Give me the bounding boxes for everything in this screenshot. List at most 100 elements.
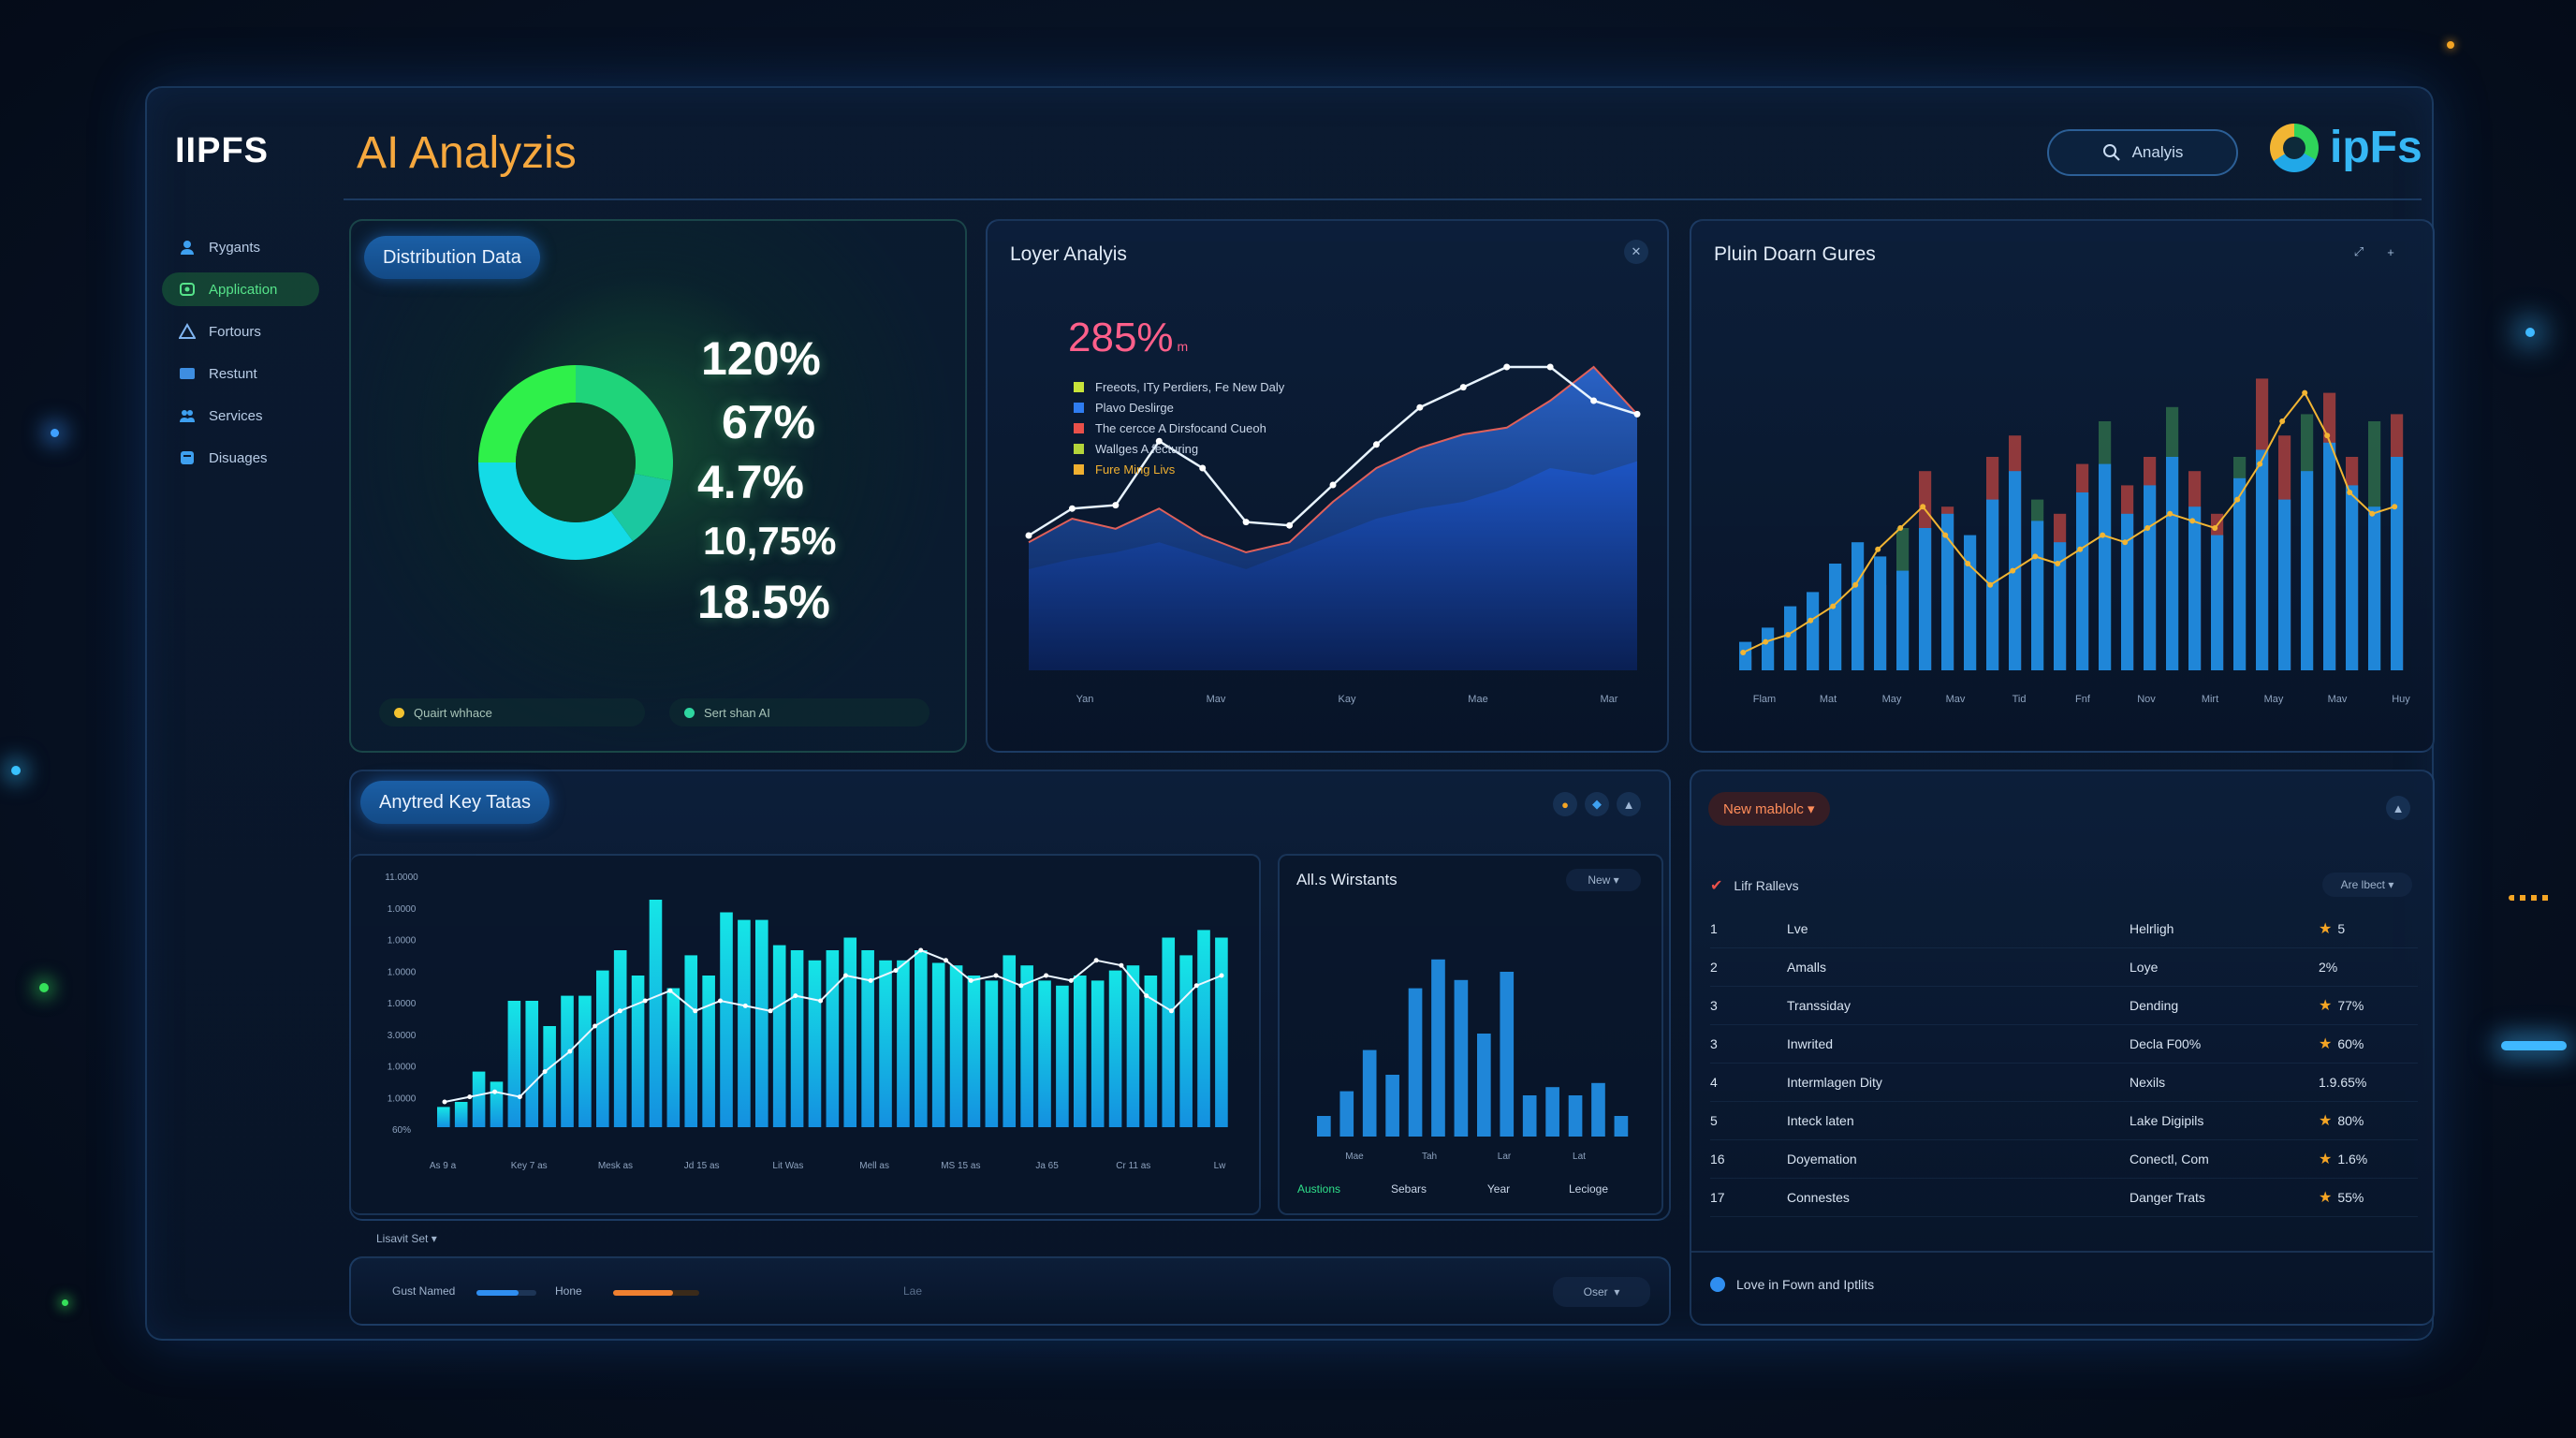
row-index: 17 — [1710, 1190, 1725, 1205]
bottom-action-button[interactable]: Oser ▾ — [1553, 1277, 1650, 1307]
layer-highlight-unit: m — [1177, 339, 1189, 354]
bottom-label-3: Lae — [903, 1284, 923, 1298]
warrant-bar — [1522, 1095, 1537, 1137]
key-line-point — [918, 947, 924, 953]
warrant-tab[interactable]: Lecioge — [1569, 1182, 1608, 1196]
row-value: 1.6% — [2337, 1152, 2368, 1167]
comment-icon[interactable]: ◆ — [1585, 792, 1609, 816]
app-icon — [180, 283, 195, 296]
star-icon: ★ — [2319, 1190, 2333, 1206]
x-tick-label: Cr 11 as — [1116, 1161, 1150, 1171]
line-point — [1942, 532, 1949, 538]
all-warrants-panel: All.s Wirstants New ▾ Mae Tah Lar Lat Austio… — [1278, 854, 1663, 1215]
line-point — [2032, 553, 2039, 560]
series-point — [1546, 363, 1554, 371]
bar-blue — [2323, 442, 2336, 670]
table-footer[interactable]: Love in Fown and Iptlits — [1710, 1277, 1874, 1292]
table-row[interactable]: 17 Connestes Danger Trats ★ 55% — [1710, 1179, 2418, 1217]
row-value-cell: ★ 55% — [2319, 1188, 2418, 1207]
legend-label: Freeots, ITy Perdiers, Fe New Daly — [1095, 379, 1285, 394]
key-bar — [738, 919, 751, 1127]
close-icon[interactable]: ✕ — [1624, 240, 1648, 264]
key-line-point — [793, 993, 798, 999]
sidebar-item-disuages[interactable]: Disuages — [162, 441, 319, 475]
table-row[interactable]: 4 Intermlagen Dity Nexils 1.9.65% — [1710, 1064, 2418, 1102]
table-row[interactable]: 2 Amalls Loye 2% — [1710, 948, 2418, 987]
new-metric-dropdown[interactable]: New mablolc ▾ — [1708, 792, 1830, 826]
distribution-legend-item[interactable]: Quairt whhace — [379, 698, 645, 726]
table-row[interactable]: 1 Lve Helrligh ★ 5 — [1710, 910, 2418, 948]
progress-fill-2 — [613, 1290, 674, 1296]
sidebar-item-label: Services — [209, 407, 263, 424]
bar-blue — [2144, 485, 2157, 670]
legend-swatch — [1074, 443, 1084, 454]
warrant-bar — [1362, 1049, 1377, 1137]
chevron-up-icon[interactable]: ▲ — [2386, 796, 2410, 820]
key-bar — [808, 960, 822, 1127]
sidebar-item-fortours[interactable]: Fortours — [162, 315, 319, 348]
warrant-tab[interactable]: Year — [1487, 1182, 1510, 1196]
x-tick-label: Mell as — [859, 1161, 889, 1171]
distribution-panel: Distribution Data 120% 67% 4.7% 10,75% 1… — [349, 219, 967, 753]
plus-icon[interactable]: + — [2378, 240, 2403, 264]
series-point — [1633, 410, 1641, 418]
ipfs-logo[interactable]: ipFs — [2270, 122, 2422, 173]
table-row[interactable]: 16 Doyemation Conectl, Com ★ 1.6% — [1710, 1140, 2418, 1179]
x-tick-label: Mav — [1207, 694, 1226, 705]
x-tick-label: Lw — [1214, 1161, 1227, 1171]
warrant-tab[interactable]: Sebars — [1391, 1182, 1427, 1196]
background-sparkle — [2509, 895, 2554, 901]
key-bar — [543, 1026, 556, 1127]
bottom-label-2: Hone — [555, 1284, 582, 1298]
key-bar — [684, 955, 698, 1127]
line-point — [1808, 617, 1814, 624]
row-value: 2% — [2319, 960, 2338, 975]
key-bar — [1126, 965, 1140, 1127]
line-point — [1830, 603, 1837, 609]
row-index: 5 — [1710, 1113, 1718, 1128]
key-line-point — [893, 968, 899, 974]
key-bar — [931, 962, 945, 1127]
area-series-front — [1029, 461, 1637, 670]
legend-swatch — [1074, 402, 1084, 413]
user-icon[interactable]: ● — [1553, 792, 1577, 816]
x-tick-label: Nov — [2137, 694, 2156, 705]
sidebar-item-application[interactable]: Application — [162, 272, 319, 306]
table-row[interactable]: 5 Inteck laten Lake Digipils ★ 80% — [1710, 1102, 2418, 1140]
user-icon — [181, 241, 194, 255]
table-sort-dropdown[interactable]: Are lbect ▾ — [2322, 873, 2412, 897]
sidebar-item-ryganants[interactable]: Rygants — [162, 230, 319, 264]
table-row[interactable]: 3 Inwrited Decla F00% ★ 60% — [1710, 1025, 2418, 1064]
sidebar-item-restunt[interactable]: Restunt — [162, 357, 319, 390]
warrant-tab[interactable]: Austions — [1297, 1182, 1340, 1196]
y-tick-label: 1.0000 — [388, 904, 417, 915]
plain-bar-title: Pluin Doarn Gures — [1714, 243, 1876, 265]
y-tick-label: 1.0000 — [388, 1093, 417, 1104]
key-line-point — [718, 998, 724, 1004]
background-sparkle — [2447, 41, 2454, 49]
x-tick-label: Yan — [1076, 694, 1094, 705]
table-row[interactable]: 3 Transsiday Dending ★ 77% — [1710, 987, 2418, 1025]
bar-blue — [1762, 627, 1775, 670]
list-dropdown[interactable]: Lisavit Set ▾ — [376, 1232, 437, 1245]
users-icon — [180, 410, 195, 422]
key-line-point — [693, 1008, 698, 1014]
background-sparkle — [11, 766, 21, 775]
donut-hole — [516, 403, 636, 522]
chevron-up-icon[interactable]: ▲ — [1617, 792, 1641, 816]
search-button[interactable]: Analyis — [2047, 129, 2238, 176]
x-tick-label: Flam — [1753, 694, 1776, 705]
distribution-title: Distribution Data — [364, 236, 540, 279]
bar-blue — [2188, 506, 2202, 670]
expand-icon[interactable]: ⤢ — [2347, 240, 2371, 264]
bar-blue — [1807, 592, 1820, 670]
row-name: Inwrited — [1787, 1036, 1834, 1051]
key-bar — [1020, 965, 1033, 1127]
distribution-percent-1: 120% — [701, 332, 821, 385]
key-bar — [826, 950, 840, 1127]
distribution-legend-item[interactable]: Sert shan AI — [669, 698, 929, 726]
sidebar-item-services[interactable]: Services — [162, 399, 319, 433]
line-point — [2144, 525, 2151, 531]
key-bar — [454, 1102, 468, 1127]
row-value: 77% — [2337, 998, 2364, 1013]
